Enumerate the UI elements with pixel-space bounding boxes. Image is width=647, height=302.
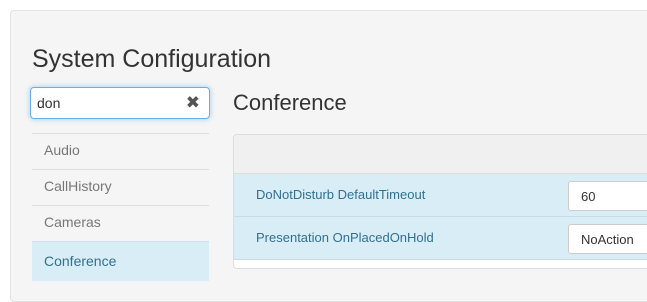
search-box[interactable]: ✖: [30, 87, 210, 119]
search-input[interactable]: [37, 94, 177, 112]
sidebar-item-label: Conference: [44, 253, 117, 269]
sidebar-item-cameras[interactable]: Cameras: [32, 205, 209, 241]
page-title: System Configuration: [32, 45, 272, 73]
donotdisturb-timeout-input[interactable]: [568, 181, 647, 211]
sidebar-item-label: Audio: [44, 142, 80, 158]
setting-label: DoNotDisturb DefaultTimeout: [256, 187, 426, 202]
setting-label: Presentation OnPlacedOnHold: [256, 230, 434, 245]
settings-table: DoNotDisturb DefaultTimeout Presentation…: [233, 134, 647, 269]
setting-row-donotdisturb: DoNotDisturb DefaultTimeout: [234, 174, 647, 217]
setting-row-presentation: Presentation OnPlacedOnHold: [234, 217, 647, 260]
section-title: Conference: [233, 90, 347, 115]
settings-header: [234, 135, 647, 174]
close-icon[interactable]: ✖: [186, 94, 200, 112]
sidebar-item-label: Cameras: [44, 214, 101, 230]
sidebar-item-label: CallHistory: [44, 178, 112, 194]
sidebar-item-audio[interactable]: Audio: [32, 133, 209, 169]
sidebar-nav: Audio CallHistory Cameras Conference: [32, 133, 209, 281]
presentation-onhold-select[interactable]: [568, 224, 647, 254]
sidebar-item-conference[interactable]: Conference: [32, 241, 209, 281]
sidebar-item-callhistory[interactable]: CallHistory: [32, 169, 209, 205]
